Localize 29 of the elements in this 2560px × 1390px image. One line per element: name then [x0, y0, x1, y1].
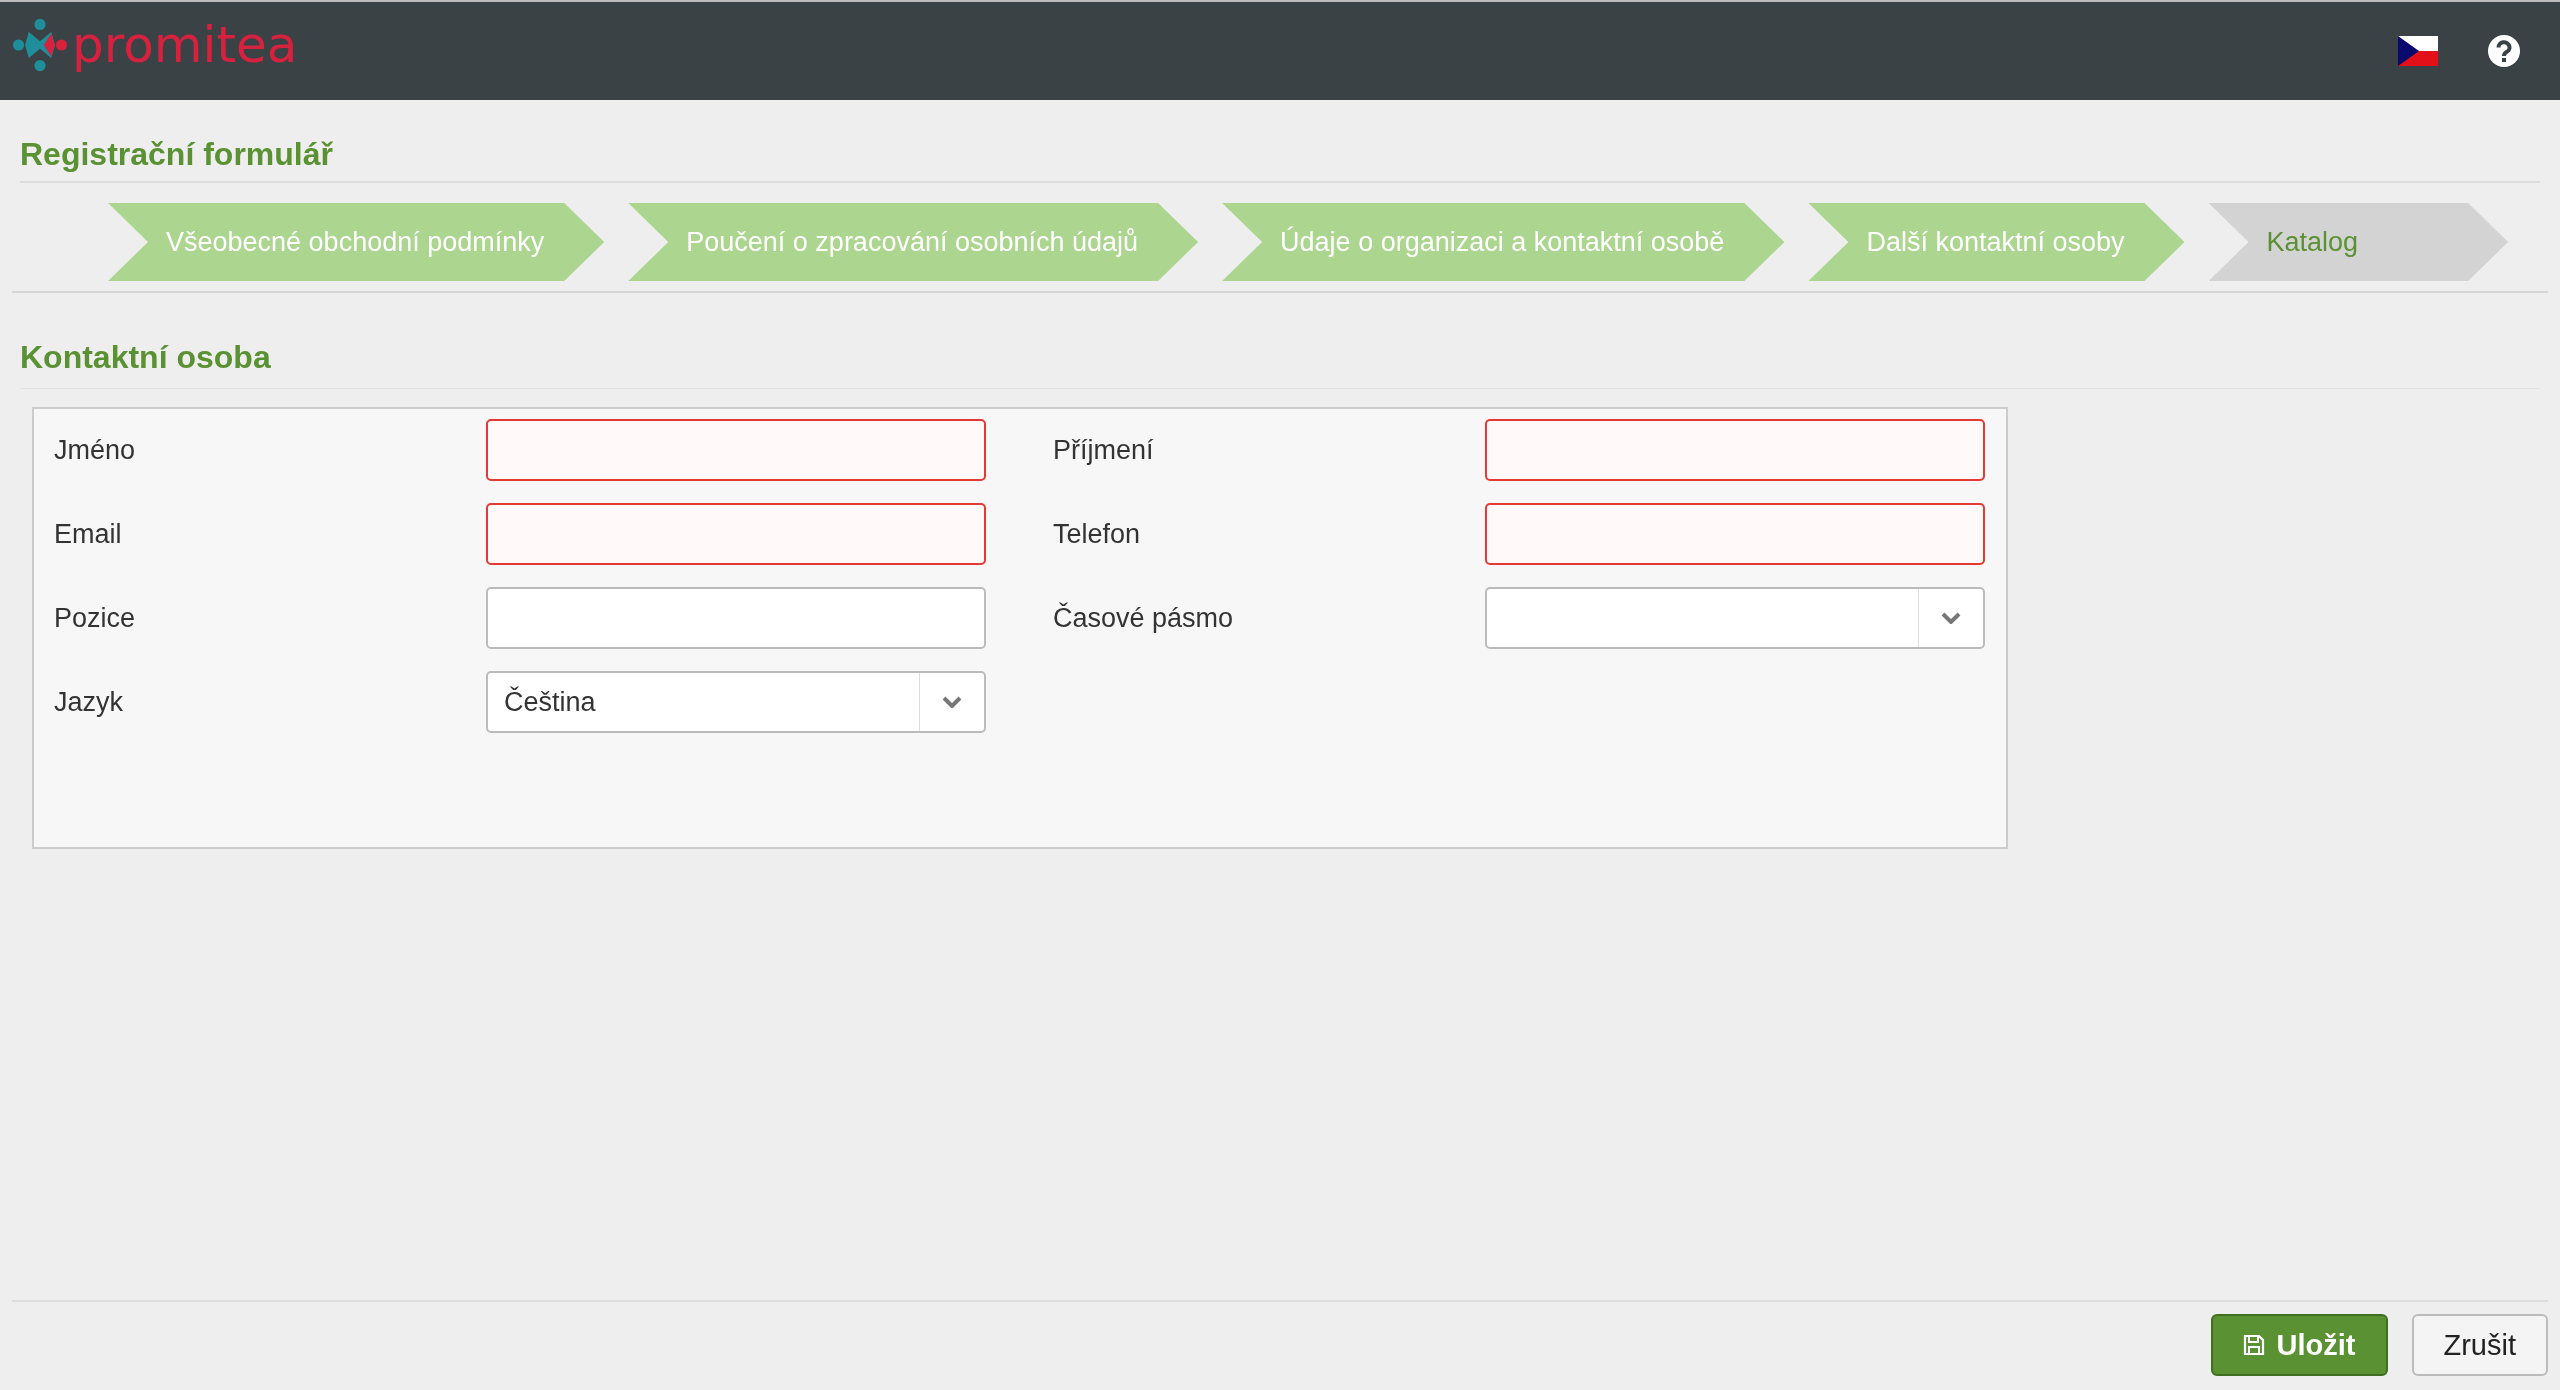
field-label: Časové pásmo: [1053, 602, 1235, 634]
chevron-down-icon: [1941, 612, 1961, 624]
field-label: Email: [54, 518, 123, 550]
logo-text: promitea: [72, 20, 298, 70]
field-label: Jazyk: [54, 686, 125, 718]
wizard-step[interactable]: Údaje o organizaci a kontaktní osobě: [1222, 203, 1785, 281]
text-field[interactable]: [486, 419, 986, 481]
wizard-step[interactable]: Další kontaktní osoby: [1808, 203, 2185, 281]
field-label: Jméno: [54, 434, 137, 466]
dropdown-field[interactable]: Čeština: [486, 671, 986, 733]
text-field[interactable]: [1485, 419, 1985, 481]
text-field[interactable]: [486, 503, 986, 565]
dropdown-field[interactable]: [1485, 587, 1985, 649]
field-label: Telefon: [1053, 518, 1142, 550]
help-icon[interactable]: [2488, 35, 2520, 67]
czech-flag-icon[interactable]: [2398, 36, 2438, 66]
logo-icon: [12, 17, 68, 73]
page-title: Registrační formulář: [20, 136, 2540, 183]
save-button[interactable]: Uložit: [2210, 1314, 2388, 1376]
wizard-step[interactable]: Katalog: [2208, 203, 2509, 281]
chevron-down-icon: [942, 696, 962, 708]
field-label: Pozice: [54, 602, 137, 634]
section-title: Kontaktní osoba: [20, 339, 2540, 389]
cancel-button[interactable]: Zrušit: [2411, 1314, 2548, 1376]
wizard-step[interactable]: Všeobecné obchodní podmínky: [108, 203, 605, 281]
field-label: Příjmení: [1053, 434, 1155, 466]
text-field[interactable]: [486, 587, 986, 649]
wizard-step[interactable]: Poučení o zpracování osobních údajů: [628, 203, 1199, 281]
text-field[interactable]: [1485, 503, 1985, 565]
